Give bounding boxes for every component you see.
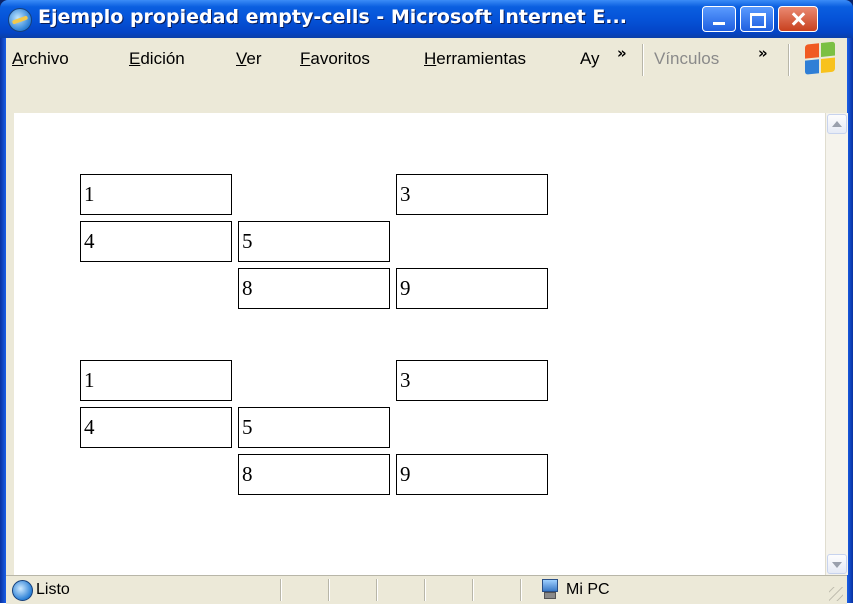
maximize-icon <box>741 7 773 31</box>
status-panel-divider <box>472 579 474 601</box>
toolbar-separator <box>642 44 644 76</box>
arrow-down-icon <box>832 562 842 568</box>
table-cell: 5 <box>238 221 390 262</box>
status-panel-divider <box>328 579 330 601</box>
table-row: 4 5 <box>80 221 548 262</box>
status-bar: Listo Mi PC <box>6 575 847 604</box>
menu-ver[interactable]: Ver <box>236 49 262 69</box>
menu-bar: Archivo Edición Ver Favoritos Herramient… <box>6 38 847 83</box>
table-row: 8 9 <box>80 454 548 495</box>
table-row: 1 3 <box>80 360 548 401</box>
table-cell: 3 <box>396 174 548 215</box>
table-cell: 1 <box>80 174 232 215</box>
vertical-scrollbar[interactable] <box>825 113 848 575</box>
ie-page-icon <box>12 580 33 601</box>
table-cell: 9 <box>396 454 548 495</box>
scroll-down-button[interactable] <box>827 554 847 574</box>
menu-ayuda[interactable]: Ay <box>580 49 600 69</box>
menu-favoritos[interactable]: Favoritos <box>300 49 370 69</box>
links-label[interactable]: Vínculos <box>654 49 719 69</box>
table-cell: 9 <box>396 268 548 309</box>
table-cell-empty <box>80 454 232 495</box>
scroll-up-button[interactable] <box>827 114 847 134</box>
menu-archivo[interactable]: Archivo <box>12 49 69 69</box>
menu-edicion-accel: E <box>129 49 141 68</box>
table-cell: 1 <box>80 360 232 401</box>
close-button[interactable] <box>778 6 818 32</box>
table-cell-empty <box>396 221 548 262</box>
menu-ayuda-label: y <box>591 49 600 68</box>
status-panel-divider <box>424 579 426 601</box>
browser-window: Ejemplo propiedad empty-cells - Microsof… <box>0 0 853 604</box>
links-chevron-icon[interactable]: » <box>758 44 768 62</box>
table-cell: 3 <box>396 360 548 401</box>
menu-archivo-label: rchivo <box>23 49 69 68</box>
minimize-button[interactable] <box>702 6 736 32</box>
menu-favoritos-label: avoritos <box>310 49 370 68</box>
table-cell: 8 <box>238 268 390 309</box>
toolbar-separator <box>788 44 790 76</box>
security-zone-text: Mi PC <box>566 581 610 598</box>
status-panel-divider <box>280 579 282 601</box>
menu-ayuda-accel: A <box>580 49 592 68</box>
menu-edicion[interactable]: Edición <box>129 49 185 69</box>
menu-herramientas[interactable]: Herramientas <box>424 49 526 69</box>
table-cell: 4 <box>80 407 232 448</box>
table-cell-empty <box>238 174 390 215</box>
menu-overflow-chevron-icon[interactable]: » <box>617 44 627 62</box>
table-cell-empty <box>396 407 548 448</box>
table-row: 8 9 <box>80 268 548 309</box>
table-cell-empty <box>80 268 232 309</box>
table-row: 4 5 <box>80 407 548 448</box>
menu-edicion-label: dición <box>140 49 185 68</box>
ie-icon[interactable] <box>8 8 32 32</box>
menu-archivo-accel: A <box>12 49 24 68</box>
window-title: Ejemplo propiedad empty-cells - Microsof… <box>38 6 627 28</box>
empty-cells-table-2: 1 3 4 5 8 9 <box>74 354 554 501</box>
table-row: 1 3 <box>80 174 548 215</box>
menu-ver-accel: V <box>236 49 247 68</box>
page-content: 1 3 4 5 8 9 1 3 4 5 8 9 <box>14 113 825 575</box>
menu-herramientas-label: erramientas <box>436 49 527 68</box>
windows-logo-icon <box>805 41 837 76</box>
status-panel-divider <box>376 579 378 601</box>
resize-grip-icon[interactable] <box>829 587 843 601</box>
menu-favoritos-accel: F <box>300 49 311 68</box>
title-bar[interactable]: Ejemplo propiedad empty-cells - Microsof… <box>0 0 853 38</box>
table-cell-empty <box>238 360 390 401</box>
empty-cells-table-1: 1 3 4 5 8 9 <box>74 168 554 315</box>
maximize-button[interactable] <box>740 6 774 32</box>
table-cell: 5 <box>238 407 390 448</box>
my-computer-icon <box>540 579 558 599</box>
arrow-up-icon <box>832 121 842 127</box>
close-icon <box>779 7 817 31</box>
status-text: Listo <box>36 581 70 598</box>
status-panel-divider <box>520 579 522 601</box>
menu-ver-label: er <box>246 49 262 68</box>
menu-herramientas-accel: H <box>424 49 437 68</box>
table-cell: 4 <box>80 221 232 262</box>
minimize-icon <box>703 7 735 31</box>
table-cell: 8 <box>238 454 390 495</box>
